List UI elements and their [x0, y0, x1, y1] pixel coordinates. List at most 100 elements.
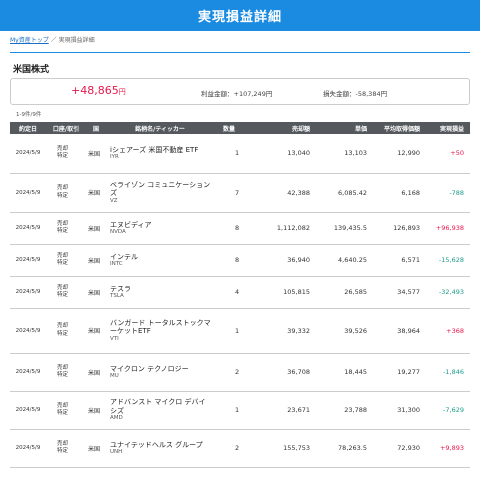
row-security-name: テスラ: [110, 284, 131, 293]
row-date: 2024/5/9: [10, 391, 46, 430]
row-trade-type: 売却: [57, 402, 69, 409]
row-sale: 23,671: [244, 391, 316, 430]
row-name: アドバンスト マイクロ デバイシズ AMD: [106, 391, 214, 430]
row-sale: 105,815: [244, 276, 316, 309]
row-country: 米国: [86, 308, 106, 354]
row-date: 2024/5/9: [10, 212, 46, 245]
row-sale: 36,940: [244, 244, 316, 277]
row-account: 売却 特定: [46, 276, 86, 309]
col-price: 単価: [354, 125, 367, 133]
row-price: 18,445: [316, 353, 373, 392]
row-date: 2024/5/9: [10, 353, 46, 392]
row-qty: 1: [214, 391, 244, 430]
row-price: 26,585: [316, 276, 373, 309]
row-trade-type: 売却: [57, 440, 69, 447]
total-pl-unit: 円: [118, 88, 126, 96]
row-trade-type: 売却: [57, 185, 69, 192]
row-security-name: ベライゾン コミュニケーションズ: [110, 180, 211, 198]
row-ticker: VZ: [110, 197, 118, 204]
row-security-name: マイクロン テクノロジー: [110, 364, 189, 373]
table-row: 2024/5/9 売却 特定 米国 インテル INTC 8 36,940 4,640.25 6,5…: [10, 244, 470, 277]
row-country: 米国: [86, 353, 106, 392]
row-price: 39,526: [316, 308, 373, 354]
result-count: 1-9件/9件: [16, 112, 42, 118]
row-account-type: 特定: [57, 448, 69, 454]
row-ticker: AMD: [110, 415, 123, 422]
row-price: 78,263.5: [316, 429, 373, 468]
row-account: 売却 特定: [46, 212, 86, 245]
row-qty: 8: [214, 212, 244, 245]
row-name: ユナイテッドヘルス グループ UNH: [106, 429, 214, 468]
row-name: ベライゾン コミュニケーションズ VZ: [106, 173, 214, 213]
row-country: 米国: [86, 212, 106, 245]
row-name: テスラ TSLA: [106, 276, 214, 309]
col-qty: 数量: [222, 125, 235, 133]
row-country: 米国: [86, 429, 106, 468]
row-name: マイクロン テクノロジー MU: [106, 353, 214, 392]
row-avg: 12,990: [373, 134, 426, 174]
total-pl: +48,865円: [71, 84, 126, 97]
table-row: 2024/5/9 売却 特定 米国 アドバンスト マイクロ デバイシズ AMD 1 23,67…: [10, 391, 470, 430]
row-account: 売却 特定: [46, 429, 86, 468]
table-row: 2024/5/9 売却 特定 米国 ユナイテッドヘルス グループ UNH 2 155,753 7…: [10, 429, 470, 468]
row-country: 米国: [86, 134, 106, 174]
row-qty: 2: [214, 353, 244, 392]
row-avg: 19,277: [373, 353, 426, 392]
row-pl: +96,938: [426, 212, 470, 245]
col-account: 口座/取引: [52, 125, 80, 133]
row-qty: 1: [214, 134, 244, 174]
row-date: 2024/5/9: [10, 276, 46, 309]
row-security-name: インテル: [110, 252, 138, 261]
row-name: エヌビディア NVDA: [106, 212, 214, 245]
row-date: 2024/5/9: [10, 173, 46, 213]
row-account: 売却 特定: [46, 134, 86, 174]
row-ticker: IYR: [110, 154, 119, 161]
col-name: 銘柄名/ティッカー: [135, 125, 185, 133]
row-pl: -7,629: [426, 391, 470, 430]
table-row: 2024/5/9 売却 特定 米国 テスラ TSLA 4 105,815 26,585 34,57…: [10, 276, 470, 309]
row-trade-type: 売却: [57, 364, 69, 371]
row-security-name: バンガード トータルストックマーケットETF: [110, 318, 211, 336]
row-qty: 2: [214, 429, 244, 468]
profit-amount: 利益金額：+107,249円: [201, 90, 273, 98]
row-security-name: アドバンスト マイクロ デバイシズ: [110, 398, 206, 415]
breadcrumb: My資産トップ ／ 実現損益詳細: [0, 31, 480, 48]
table-row: 2024/5/9 売却 特定 米国 バンガード トータルストックマーケットETF VTI 1…: [10, 308, 470, 354]
row-trade-type: 売却: [57, 220, 69, 227]
pl-table: 約定日 口座/取引 国 銘柄名/ティッカー 数量 売却額 単価 平均取得価額 実…: [10, 122, 470, 468]
row-pl: +50: [426, 134, 470, 174]
row-account-type: 特定: [57, 192, 69, 199]
col-avg: 平均取得価額: [383, 125, 420, 133]
row-account-type: 特定: [57, 330, 69, 337]
row-country: 米国: [86, 244, 106, 277]
row-account: 売却 特定: [46, 353, 86, 392]
row-qty: 8: [214, 244, 244, 277]
row-account-type: 特定: [57, 372, 69, 378]
row-account-type: 特定: [57, 228, 69, 234]
row-avg: 72,930: [373, 429, 426, 468]
row-trade-type: 売却: [57, 145, 69, 152]
row-ticker: NVDA: [110, 228, 126, 235]
row-avg: 126,893: [373, 212, 426, 245]
row-trade-type: 売却: [57, 252, 69, 259]
page-header: 実現損益詳細: [0, 0, 480, 31]
row-pl: +9,893: [426, 429, 470, 468]
table-row: 2024/5/9 売却 特定 米国 ベライゾン コミュニケーションズ VZ 7 42,388 6…: [10, 173, 470, 213]
row-ticker: VTI: [110, 335, 119, 342]
row-price: 6,085.42: [316, 173, 373, 213]
row-price: 139,435.5: [316, 212, 373, 245]
row-price: 4,640.25: [316, 244, 373, 277]
row-account: 売却 特定: [46, 391, 86, 430]
row-price: 13,103: [316, 134, 373, 174]
row-avg: 31,300: [373, 391, 426, 430]
col-country: 国: [92, 125, 99, 133]
table-row: 2024/5/9 売却 特定 米国 iシェアーズ 米国不動産 ETF IYR 1 13,040…: [10, 134, 470, 174]
row-sale: 155,753: [244, 429, 316, 468]
row-date: 2024/5/9: [10, 308, 46, 354]
breadcrumb-home-link[interactable]: My資産トップ: [10, 37, 49, 44]
row-security-name: エヌビディア: [110, 220, 152, 229]
row-ticker: MU: [110, 372, 119, 379]
row-name: iシェアーズ 米国不動産 ETF IYR: [106, 134, 214, 174]
row-trade-type: 売却: [57, 284, 69, 291]
row-account: 売却 特定: [46, 308, 86, 354]
